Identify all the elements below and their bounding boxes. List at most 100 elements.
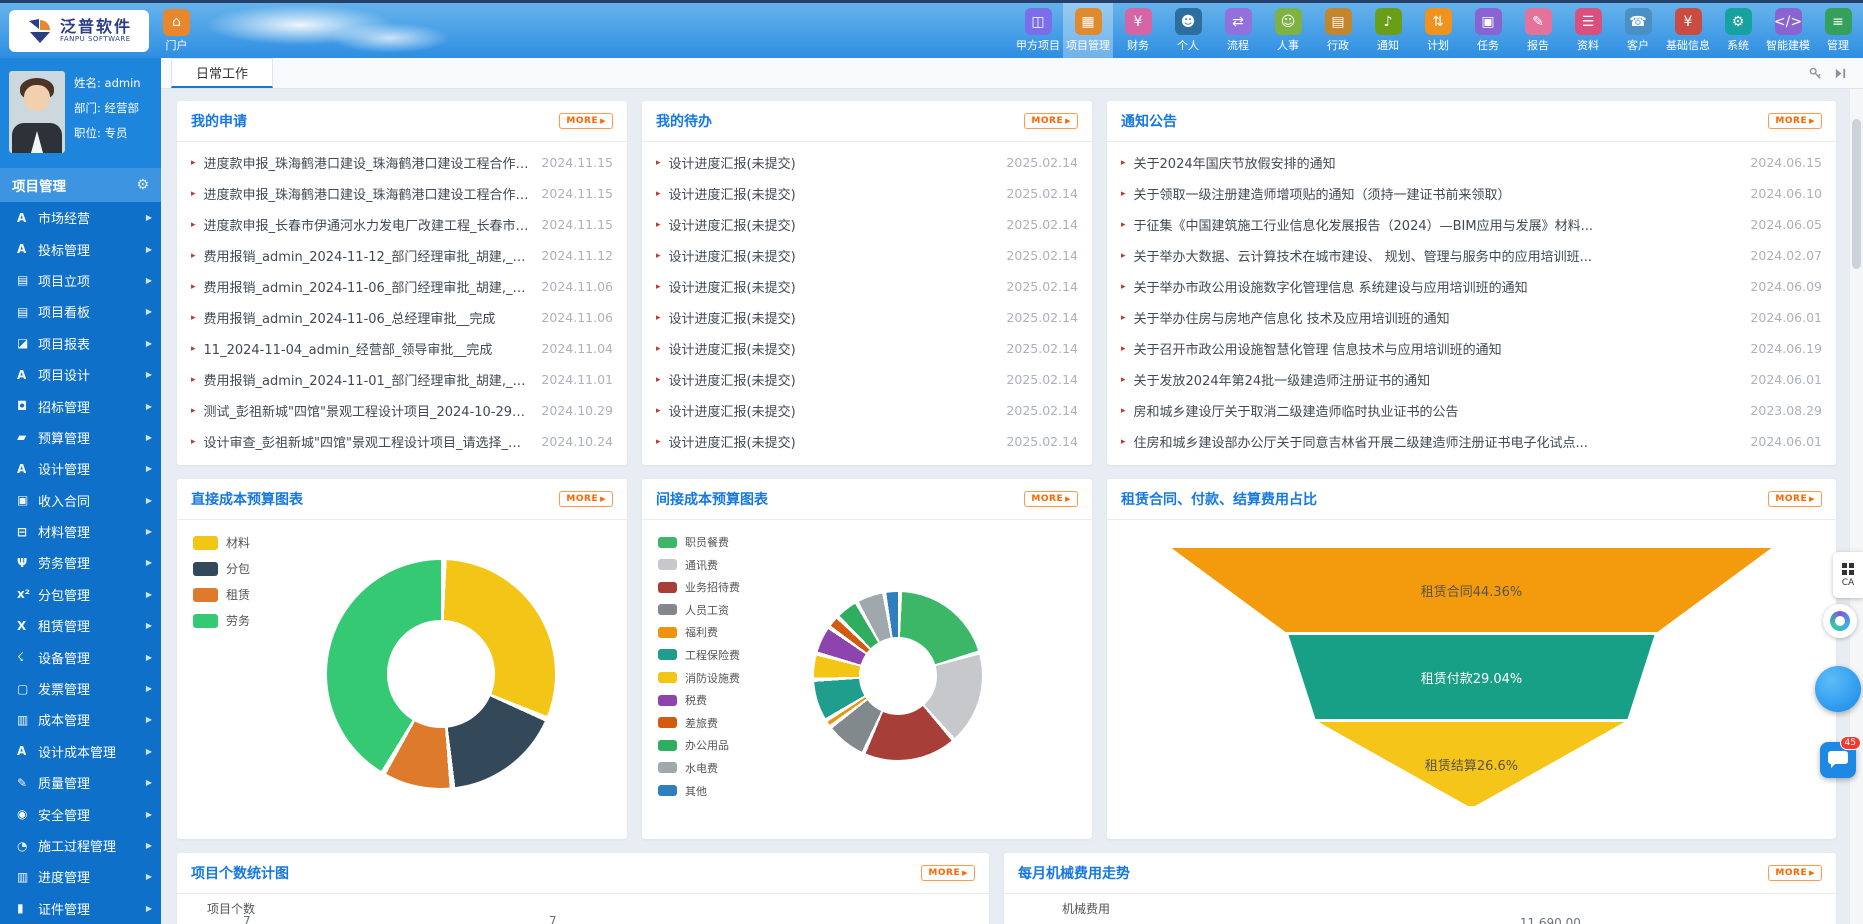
item-text[interactable]: 住房和城乡建设部办公厅关于同意吉林省开展二级建造师注册证书电子化试点... <box>1134 432 1739 451</box>
top-menu-finance[interactable]: ¥ 财务 <box>1113 3 1163 58</box>
福利费[interactable]: 福利费 <box>658 624 740 640</box>
top-menu-notice[interactable]: ♪ 通知 <box>1363 3 1413 58</box>
sidebar-item-design[interactable]: A 项目设计 ▶ <box>0 359 161 390</box>
key-icon[interactable] <box>1809 67 1822 80</box>
list-item[interactable]: ▸ 关于举办市政公用设施数字化管理信息 系统建设与应用培训班的通知 2024.0… <box>1121 271 1822 302</box>
工程保险费[interactable]: 工程保险费 <box>658 647 740 663</box>
sidebar-item-design-cost[interactable]: A 设计成本管理 ▶ <box>0 736 161 767</box>
item-text[interactable]: 于征集《中国建筑施工行业信息化发展报告（2024）—BIM应用与发展》材料... <box>1134 215 1739 234</box>
list-item[interactable]: ▸ 设计审查_彭祖新城"四馆"景观工程设计项目_请选择_胡广生_2024-10-… <box>191 426 613 457</box>
expand-icon[interactable] <box>1834 67 1847 80</box>
list-item[interactable]: ▸ 费用报销_admin_2024-11-12_部门经理审批_胡建,_运行中 2… <box>191 240 613 271</box>
sidebar-section-header[interactable]: 项目管理 ⚙ <box>0 168 161 202</box>
sidebar-item-cost[interactable]: ▥ 成本管理 ▶ <box>0 704 161 735</box>
sidebar-item-kanban[interactable]: ▤ 项目看板 ▶ <box>0 296 161 327</box>
sidebar-item-initiation[interactable]: ▤ 项目立项 ▶ <box>0 265 161 296</box>
sidebar-item-bidding[interactable]: A 投标管理 ▶ <box>0 233 161 264</box>
item-text[interactable]: 设计进度汇报(未提交) <box>669 277 995 296</box>
item-text[interactable]: 进度款申报_珠海鹤港口建设_珠海鹤港口建设工程合作协议书_admin_... <box>204 153 530 172</box>
item-text[interactable]: 进度款申报_长春市伊通河水力发电厂改建工程_长春市伊通河水力发电... <box>204 215 530 234</box>
more-button[interactable]: MORE▶ <box>1024 491 1078 507</box>
list-item[interactable]: ▸ 进度款申报_珠海鹤港口建设_珠海鹤港口建设工程合作协议书_admin_...… <box>191 147 613 178</box>
sidebar-item-construction[interactable]: ◔ 施工过程管理 ▶ <box>0 830 161 861</box>
item-text[interactable]: 11_2024-11-04_admin_经营部_领导审批__完成 <box>204 339 530 358</box>
sidebar-item-quality[interactable]: ✎ 质量管理 ▶ <box>0 767 161 798</box>
sidebar-item-progress[interactable]: ▥ 进度管理 ▶ <box>0 861 161 892</box>
item-text[interactable]: 设计进度汇报(未提交) <box>669 339 995 358</box>
item-text[interactable]: 设计进度汇报(未提交) <box>669 215 995 234</box>
sidebar-item-subcontract[interactable]: x² 分包管理 ▶ <box>0 579 161 610</box>
item-text[interactable]: 关于举办住房与房地产信息化 技术及应用培训班的通知 <box>1134 308 1739 327</box>
sidebar-item-certificate[interactable]: ▮ 证件管理 ▶ <box>0 893 161 924</box>
list-item[interactable]: ▸ 设计进度汇报(未提交) 2025.02.14 <box>656 333 1078 364</box>
sidebar-item-tendering[interactable]: ◘ 招标管理 ▶ <box>0 390 161 421</box>
办公用品[interactable]: 办公用品 <box>658 737 740 753</box>
more-button[interactable]: MORE▶ <box>1768 491 1822 507</box>
list-item[interactable]: ▸ 住房和城乡建设部办公厅关于同意吉林省开展二级建造师注册证书电子化试点... … <box>1121 426 1822 457</box>
劳务[interactable]: 劳务 <box>193 612 250 629</box>
top-menu-hr[interactable]: ☺ 人事 <box>1263 3 1313 58</box>
item-text[interactable]: 设计进度汇报(未提交) <box>669 308 995 327</box>
more-button[interactable]: MORE▶ <box>559 113 613 129</box>
floating-chat-button[interactable]: 45 <box>1820 742 1856 778</box>
list-item[interactable]: ▸ 关于发放2024年第24批一级建造师注册证书的通知 2024.06.01 <box>1121 364 1822 395</box>
item-text[interactable]: 费用报销_admin_2024-11-01_部门经理审批_胡建,_运行中 <box>204 370 530 389</box>
portal-button[interactable]: ⌂ 门户 <box>163 9 190 53</box>
list-item[interactable]: ▸ 于征集《中国建筑施工行业信息化发展报告（2024）—BIM应用与发展》材料.… <box>1121 209 1822 240</box>
list-item[interactable]: ▸ 关于举办住房与房地产信息化 技术及应用培训班的通知 2024.06.01 <box>1121 302 1822 333</box>
top-menu-customer[interactable]: ☎ 客户 <box>1613 3 1663 58</box>
top-menu-project-mgmt[interactable]: ▦ 项目管理 <box>1063 3 1113 58</box>
top-menu-smart-modeling[interactable]: </> 智能建模 <box>1763 3 1813 58</box>
税费[interactable]: 税费 <box>658 692 740 708</box>
item-text[interactable]: 关于召开市政公用设施智慧化管理 信息技术与应用培训班的通知 <box>1134 339 1739 358</box>
more-button[interactable]: MORE▶ <box>1768 865 1822 881</box>
top-menu-report[interactable]: ✎ 报告 <box>1513 3 1563 58</box>
list-item[interactable]: ▸ 进度款申报_长春市伊通河水力发电厂改建工程_长春市伊通河水力发电... 20… <box>191 209 613 240</box>
item-text[interactable]: 费用报销_admin_2024-11-06_总经理审批__完成 <box>204 308 530 327</box>
floating-service-widget[interactable]: CA <box>1833 552 1863 598</box>
list-item[interactable]: ▸ 关于举办大数据、云计算技术在城市建设、 规划、管理与服务中的应用培训班...… <box>1121 240 1822 271</box>
水电费[interactable]: 水电费 <box>658 760 740 776</box>
item-text[interactable]: 设计进度汇报(未提交) <box>669 370 995 389</box>
list-item[interactable]: ▸ 关于2024年国庆节放假安排的通知 2024.06.15 <box>1121 147 1822 178</box>
list-item[interactable]: ▸ 设计进度汇报(未提交) 2025.02.14 <box>656 395 1078 426</box>
top-menu-personal[interactable]: ☻ 个人 <box>1163 3 1213 58</box>
item-text[interactable]: 关于举办市政公用设施数字化管理信息 系统建设与应用培训班的通知 <box>1134 277 1739 296</box>
list-item[interactable]: ▸ 11_2024-11-04_admin_经营部_领导审批__完成 2024.… <box>191 333 613 364</box>
item-text[interactable]: 设计进度汇报(未提交) <box>669 401 995 420</box>
list-item[interactable]: ▸ 测试_彭祖新城"四馆"景观工程设计项目_2024-10-29_admin_结… <box>191 395 613 426</box>
top-menu-admin[interactable]: ▤ 行政 <box>1313 3 1363 58</box>
sidebar-item-design-mgmt[interactable]: A 设计管理 ▶ <box>0 453 161 484</box>
租赁[interactable]: 租赁 <box>193 586 250 603</box>
list-item[interactable]: ▸ 进度款申报_珠海鹤港口建设_珠海鹤港口建设工程合作协议书_admin_...… <box>191 178 613 209</box>
sidebar-item-budget[interactable]: ▰ 预算管理 ▶ <box>0 422 161 453</box>
item-text[interactable]: 关于举办大数据、云计算技术在城市建设、 规划、管理与服务中的应用培训班... <box>1134 246 1739 265</box>
list-item[interactable]: ▸ 关于领取一级注册建造师增项贴的通知（须持一建证书前来领取） 2024.06.… <box>1121 178 1822 209</box>
list-item[interactable]: ▸ 设计进度汇报(未提交) 2025.02.14 <box>656 209 1078 240</box>
list-item[interactable]: ▸ 设计进度汇报(未提交) 2025.02.14 <box>656 178 1078 209</box>
top-menu-manage[interactable]: ≡ 管理 <box>1813 3 1863 58</box>
item-text[interactable]: 关于领取一级注册建造师增项贴的通知（须持一建证书前来领取） <box>1134 184 1739 203</box>
more-button[interactable]: MORE▶ <box>559 491 613 507</box>
差旅费[interactable]: 差旅费 <box>658 715 740 731</box>
sidebar-item-income-contract[interactable]: ▣ 收入合同 ▶ <box>0 485 161 516</box>
list-item[interactable]: ▸ 设计进度汇报(未提交) 2025.02.14 <box>656 271 1078 302</box>
业务招待费[interactable]: 业务招待费 <box>658 579 740 595</box>
材料[interactable]: 材料 <box>193 534 250 551</box>
消防设施费[interactable]: 消防设施费 <box>658 670 740 686</box>
list-item[interactable]: ▸ 关于召开市政公用设施智慧化管理 信息技术与应用培训班的通知 2024.06.… <box>1121 333 1822 364</box>
list-item[interactable]: ▸ 房和城乡建设厅关于取消二级建造师临时执业证书的公告 2023.08.29 <box>1121 395 1822 426</box>
tab-daily-work[interactable]: 日常工作 <box>171 58 273 88</box>
gear-icon[interactable]: ⚙ <box>136 177 149 193</box>
item-text[interactable]: 设计进度汇报(未提交) <box>669 246 995 265</box>
item-text[interactable]: 设计审查_彭祖新城"四馆"景观工程设计项目_请选择_胡广生_2024-10-2.… <box>204 432 530 451</box>
sidebar-item-material[interactable]: ⊟ 材料管理 ▶ <box>0 516 161 547</box>
item-text[interactable]: 测试_彭祖新城"四馆"景观工程设计项目_2024-10-29_admin_结束_… <box>204 401 530 420</box>
list-item[interactable]: ▸ 费用报销_admin_2024-11-06_总经理审批__完成 2024.1… <box>191 302 613 333</box>
sidebar-item-equipment[interactable]: ☇ 设备管理 ▶ <box>0 641 161 672</box>
item-text[interactable]: 费用报销_admin_2024-11-06_部门经理审批_胡建,_运行中 <box>204 277 530 296</box>
sidebar-item-labor[interactable]: Ψ 劳务管理 ▶ <box>0 547 161 578</box>
人员工资[interactable]: 人员工资 <box>658 602 740 618</box>
item-text[interactable]: 进度款申报_珠海鹤港口建设_珠海鹤港口建设工程合作协议书_admin_... <box>204 184 530 203</box>
list-item[interactable]: ▸ 设计进度汇报(未提交) 2025.02.14 <box>656 240 1078 271</box>
